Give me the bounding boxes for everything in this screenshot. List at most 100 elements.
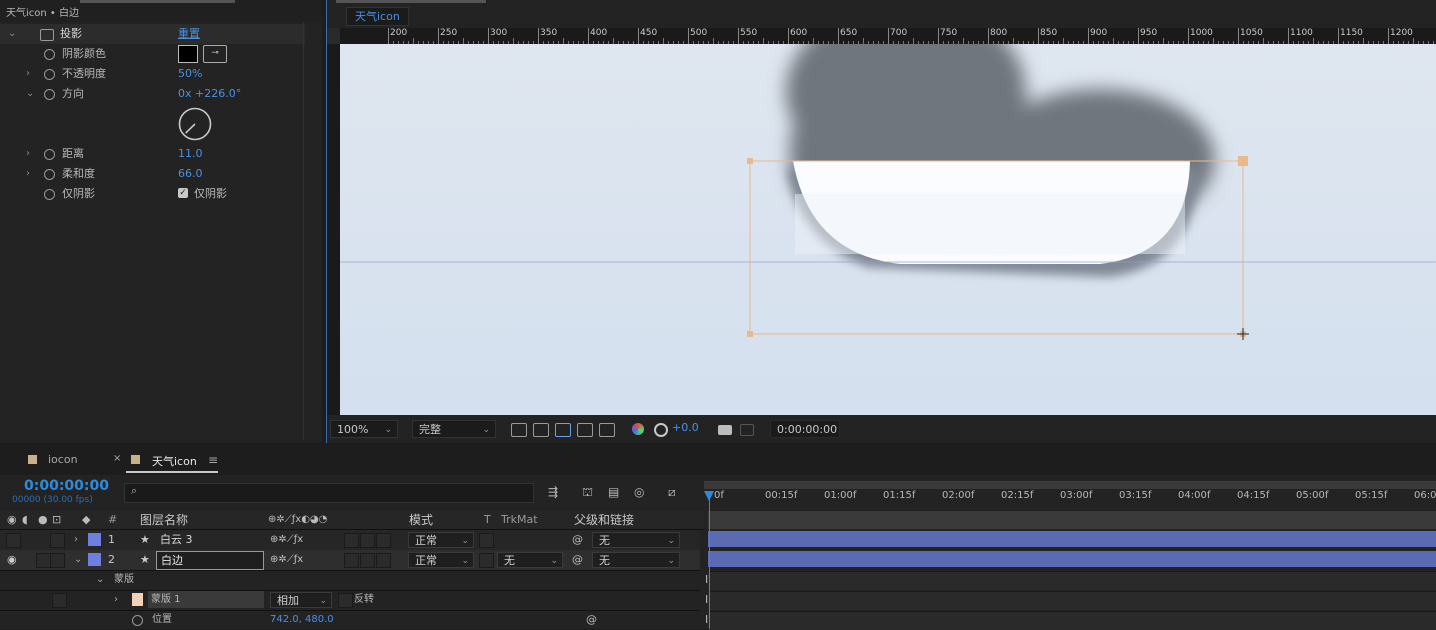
chevron-right-icon[interactable]: ›: [26, 64, 30, 84]
eye-icon[interactable]: ◉: [7, 550, 17, 570]
playhead-handle[interactable]: [704, 491, 714, 501]
layer-bar[interactable]: [708, 551, 1436, 567]
lock-icon[interactable]: ⊡: [52, 511, 61, 529]
chevron-down-icon[interactable]: ⌄: [74, 550, 82, 570]
viewer-timecode[interactable]: 0:00:00:00: [770, 420, 840, 438]
layer-switches[interactable]: ⊕✲⟋ƒx: [270, 550, 303, 570]
panel-scrollbar[interactable]: [303, 22, 304, 440]
label-color[interactable]: [88, 553, 101, 566]
pick-whip-icon[interactable]: @: [572, 550, 583, 570]
parent-dropdown[interactable]: 无 ⌄: [592, 552, 680, 568]
layer-name[interactable]: 白边: [161, 551, 183, 571]
pick-whip-icon[interactable]: @: [586, 610, 597, 630]
chevron-right-icon[interactable]: ›: [26, 144, 30, 164]
switch-box[interactable]: [344, 553, 359, 568]
preserve-transparency-col[interactable]: T: [484, 511, 491, 529]
stopwatch-icon[interactable]: [44, 149, 55, 160]
preserve-transparency-toggle[interactable]: [479, 533, 494, 548]
mask-mode-dropdown[interactable]: 相加 ⌄: [270, 592, 332, 608]
switches-icons[interactable]: ⊕✲⟋ƒx◐◕◔: [268, 511, 327, 529]
layer-bar[interactable]: [708, 531, 1436, 547]
eyedropper-icon[interactable]: ⊸: [203, 45, 227, 63]
reset-exposure-icon[interactable]: [654, 423, 668, 437]
stopwatch-icon[interactable]: [44, 49, 55, 60]
lock-toggle[interactable]: [50, 533, 65, 548]
chevron-down-icon[interactable]: ⌄: [96, 570, 104, 590]
shadow-only-checkbox[interactable]: ✓: [178, 188, 188, 198]
layer-row[interactable]: › 1 ★ 白云 3 ⊕✲⟋ƒx 正常 ⌄ @ 无 ⌄: [0, 530, 700, 551]
reset-link[interactable]: 重置: [178, 24, 200, 44]
mask-visibility-icon[interactable]: [555, 423, 571, 437]
position-row[interactable]: 位置 742.0, 480.0 @: [0, 610, 700, 630]
mask-row[interactable]: › 蒙版 1 相加 ⌄ 反转: [0, 590, 700, 611]
chevron-down-icon[interactable]: ⌄: [26, 84, 34, 104]
mask-color-swatch[interactable]: [132, 593, 143, 606]
effect-header-drop-shadow[interactable]: ⌄ 投影 重置: [0, 24, 305, 44]
stopwatch-icon[interactable]: [44, 189, 55, 200]
grid-guides-icon[interactable]: [599, 423, 615, 437]
playhead-line[interactable]: [709, 491, 710, 629]
keyframe-marker[interactable]: I: [705, 573, 708, 586]
switch-box[interactable]: [360, 553, 375, 568]
keyframe-marker[interactable]: I: [705, 613, 708, 626]
invert-checkbox[interactable]: [338, 593, 353, 608]
layer-name-col[interactable]: 图层名称: [140, 511, 188, 529]
stopwatch-icon[interactable]: [44, 89, 55, 100]
show-snapshot-icon[interactable]: [740, 424, 754, 436]
audio-icon[interactable]: ◖: [22, 511, 28, 529]
lock-toggle[interactable]: [52, 593, 67, 608]
stopwatch-icon[interactable]: [44, 69, 55, 80]
trkmat-col[interactable]: TrkMat: [501, 511, 538, 529]
comp-canvas[interactable]: [340, 44, 1436, 415]
layer-switches[interactable]: ⊕✲⟋ƒx: [270, 530, 303, 550]
solo-toggle[interactable]: [36, 553, 51, 568]
time-ruler[interactable]: 0f 00:15f 01:00f 01:15f 02:00f 02:15f 03:00f 03…: [0, 447, 1436, 507]
parent-col[interactable]: 父级和链接: [574, 511, 634, 529]
parent-dropdown[interactable]: 无 ⌄: [592, 532, 680, 548]
angle-dial[interactable]: [177, 106, 213, 142]
mode-col[interactable]: 模式: [409, 511, 433, 529]
resolution-dropdown[interactable]: 完整 ⌄: [412, 420, 496, 438]
mask-group-row[interactable]: ⌄ 蒙版: [0, 570, 700, 591]
prop-value[interactable]: 50%: [178, 64, 202, 84]
zoom-dropdown[interactable]: 100% ⌄: [330, 420, 398, 438]
transparency-grid-icon[interactable]: [533, 423, 549, 437]
switch-box[interactable]: [360, 533, 375, 548]
mode-dropdown[interactable]: 正常 ⌄: [408, 552, 474, 568]
chevron-right-icon[interactable]: ›: [26, 164, 30, 184]
keyframe-marker[interactable]: I: [705, 593, 708, 606]
region-of-interest-icon[interactable]: [577, 423, 593, 437]
prop-value[interactable]: 11.0: [178, 144, 203, 164]
chevron-right-icon[interactable]: ›: [114, 590, 118, 610]
exposure-value[interactable]: +0.0: [672, 421, 699, 434]
switch-box[interactable]: [376, 533, 391, 548]
eye-icon[interactable]: ◉: [7, 511, 17, 529]
mask-name-field[interactable]: 蒙版 1: [148, 591, 264, 608]
position-value[interactable]: 742.0, 480.0: [270, 610, 334, 630]
tab-composition[interactable]: 天气icon: [346, 7, 409, 26]
visibility-toggle[interactable]: [6, 533, 21, 548]
layer-name[interactable]: 白云 3: [160, 530, 193, 550]
switch-box[interactable]: [376, 553, 391, 568]
mask-name[interactable]: 蒙版 1: [151, 590, 181, 610]
chevron-down-icon[interactable]: ⌄: [8, 24, 16, 44]
layer-row[interactable]: ◉ ⌄ 2 ★ 白边 ⊕✲⟋ƒx 正常 ⌄ 无 ⌄ @ 无 ⌄: [0, 550, 700, 571]
layer-name-editing[interactable]: 白边: [156, 551, 264, 570]
solo-icon[interactable]: ●: [38, 511, 48, 529]
mode-dropdown[interactable]: 正常 ⌄: [408, 532, 474, 548]
prop-value[interactable]: 0x +226.0°: [178, 84, 241, 104]
lock-toggle[interactable]: [50, 553, 65, 568]
stopwatch-icon[interactable]: [132, 615, 143, 626]
chevron-right-icon[interactable]: ›: [74, 530, 78, 550]
label-color[interactable]: [88, 533, 101, 546]
pick-whip-icon[interactable]: @: [572, 530, 583, 550]
mask-vertex[interactable]: [1238, 156, 1248, 166]
prop-value[interactable]: 66.0: [178, 164, 203, 184]
switch-box[interactable]: [344, 533, 359, 548]
stopwatch-icon[interactable]: [44, 169, 55, 180]
preserve-transparency-toggle[interactable]: [479, 553, 494, 568]
color-swatch[interactable]: [178, 45, 198, 63]
fast-preview-icon[interactable]: [511, 423, 527, 437]
mask-vertex[interactable]: [747, 158, 753, 164]
mask-vertex[interactable]: [747, 331, 753, 337]
